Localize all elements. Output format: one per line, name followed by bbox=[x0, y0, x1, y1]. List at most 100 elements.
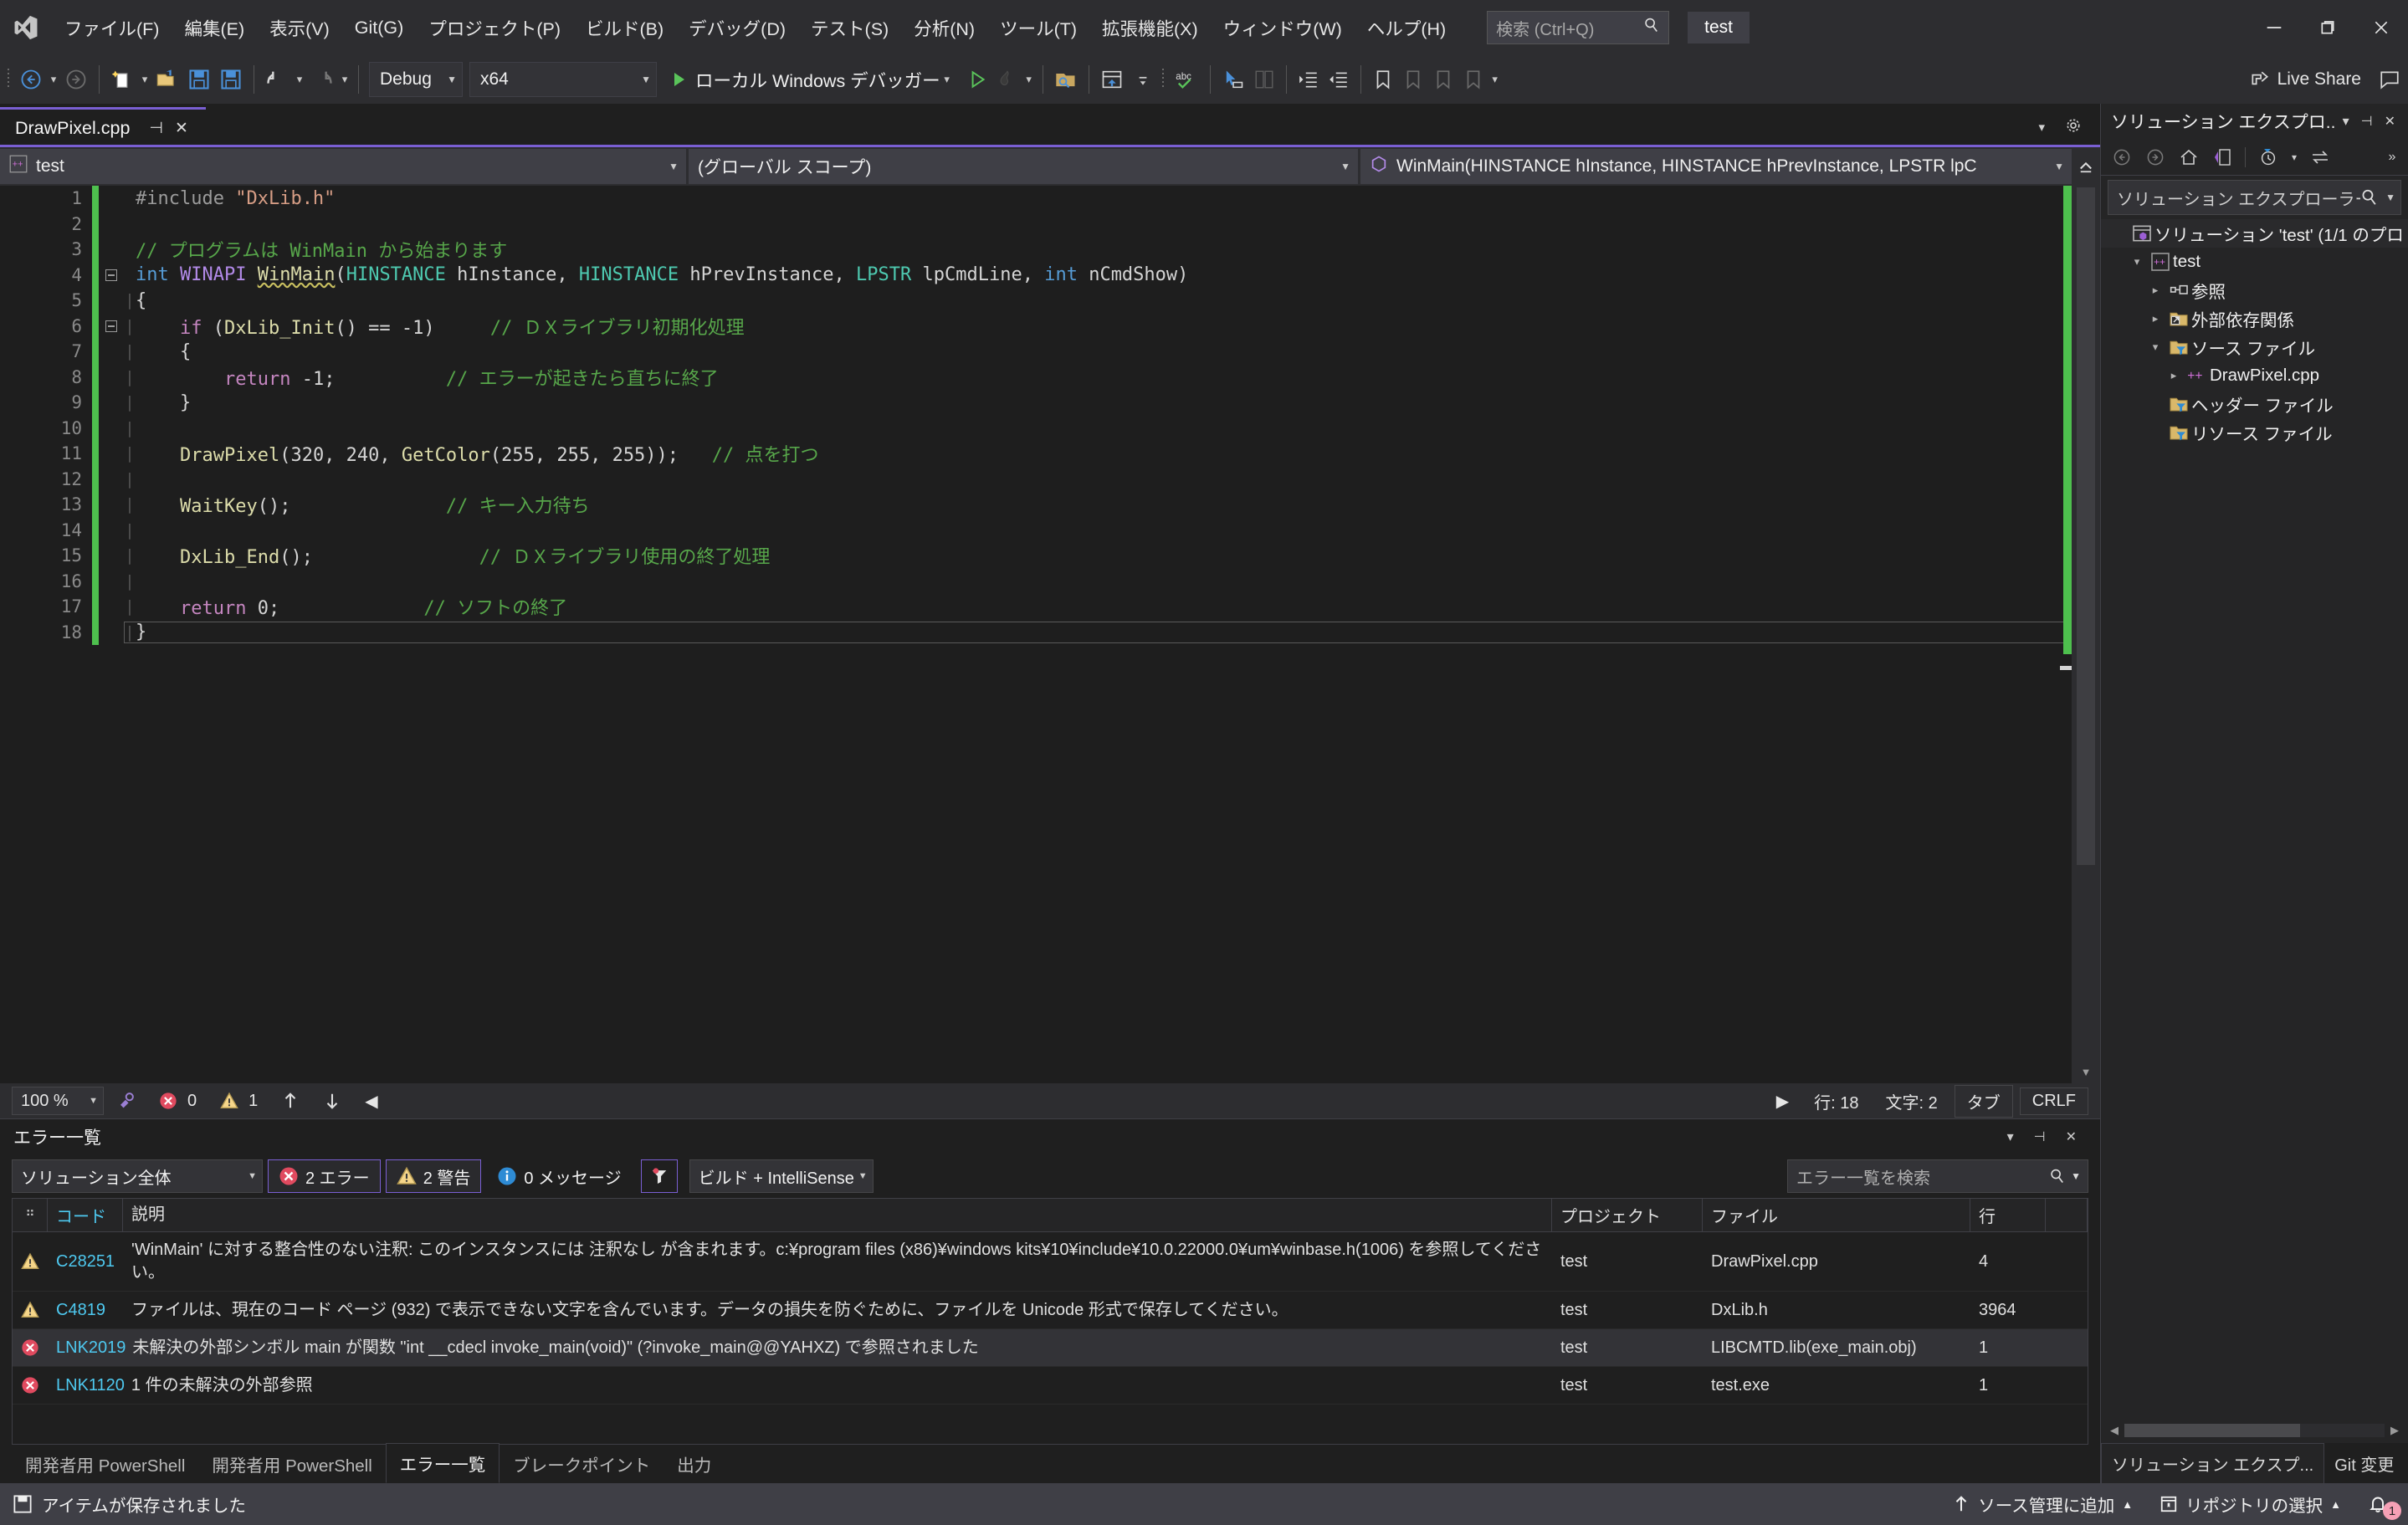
menu-tools[interactable]: ツール(T) bbox=[987, 0, 1089, 55]
tree-node[interactable]: ▸ 外部依存関係 bbox=[2101, 304, 2408, 333]
hscroll-left-icon[interactable]: ◀ bbox=[353, 1091, 389, 1112]
outdent-icon[interactable] bbox=[1324, 60, 1354, 99]
code-line[interactable]: 2 bbox=[0, 211, 2100, 237]
filter-button[interactable] bbox=[640, 1159, 678, 1193]
tree-expanded-icon[interactable]: ▾ bbox=[2126, 255, 2148, 269]
code-line[interactable]: 12 | bbox=[0, 466, 2100, 492]
panel-tab[interactable]: ブレークポイント bbox=[500, 1445, 663, 1483]
panel-tab[interactable]: 出力 bbox=[663, 1445, 725, 1483]
hscroll-right-icon[interactable]: ▶ bbox=[1765, 1091, 1801, 1112]
intellisense-status-icon[interactable] bbox=[104, 1091, 147, 1111]
solution-explorer-hscrollbar[interactable]: ◀ ▶ bbox=[2101, 1418, 2408, 1443]
bookmark-icon[interactable] bbox=[1368, 60, 1398, 99]
code-line[interactable]: 9 | } bbox=[0, 390, 2100, 416]
prev-issue-icon[interactable] bbox=[269, 1092, 311, 1110]
tab-list-chevron-icon[interactable]: ▾ bbox=[2028, 120, 2055, 135]
chevron-up-icon[interactable]: ▲ bbox=[2330, 1498, 2341, 1511]
zoom-level-select[interactable]: 100 % ▼ bbox=[12, 1087, 104, 1115]
error-list-row[interactable]: C4819 ファイルは、現在のコード ページ (932) で表示できない文字を含ん… bbox=[13, 1292, 2088, 1329]
editor-error-count[interactable]: 0 bbox=[147, 1092, 208, 1111]
code-line[interactable]: 6 | if (DxLib_Init() == -1) // ＤＸライブラリ初期化… bbox=[0, 313, 2100, 339]
code-line[interactable]: 5 |{ bbox=[0, 288, 2100, 314]
tree-expanded-icon[interactable]: ▾ bbox=[2144, 340, 2166, 354]
error-scope-select[interactable]: ソリューション全体 ▼ bbox=[12, 1159, 263, 1193]
panel-tab[interactable]: 開発者用 PowerShell bbox=[12, 1445, 198, 1483]
editor-warning-count[interactable]: 1 bbox=[208, 1092, 269, 1111]
tree-collapsed-icon[interactable]: ▸ bbox=[2144, 312, 2166, 325]
menu-extensions[interactable]: 拡張機能(X) bbox=[1089, 0, 1211, 55]
editor-vertical-scrollbar[interactable]: ▲ ▼ bbox=[2072, 186, 2100, 1083]
error-list-row[interactable]: C28251 'WinMain' に対する整合性のない注釈: このインスタンスには… bbox=[13, 1232, 2088, 1292]
se-home-icon[interactable] bbox=[2173, 142, 2205, 172]
pin-icon[interactable]: ⊣ bbox=[2355, 113, 2379, 130]
dropdown-more-icon[interactable] bbox=[1128, 60, 1158, 99]
chevron-down-icon[interactable]: ▾ bbox=[940, 73, 954, 86]
code-line[interactable]: 17 | return 0; // ソフトの終了 bbox=[0, 594, 2100, 620]
menu-debug[interactable]: デバッグ(D) bbox=[676, 0, 798, 55]
undo-icon[interactable] bbox=[261, 60, 293, 99]
se-sync-icon[interactable] bbox=[2304, 142, 2336, 172]
toolbar-grip-2[interactable] bbox=[1158, 65, 1170, 94]
minimize-button[interactable] bbox=[2247, 0, 2301, 55]
code-line[interactable]: 7 | { bbox=[0, 339, 2100, 365]
scroll-down-icon[interactable]: ▼ bbox=[2072, 1060, 2100, 1083]
new-project-dropdown-icon[interactable]: ▾ bbox=[138, 73, 151, 86]
code-editor[interactable]: 1 #include "DxLib.h" 2 3 // プログラムは WinMain か… bbox=[0, 186, 2100, 1083]
se-panel-tab[interactable]: Git 変更 bbox=[2324, 1444, 2404, 1483]
undo-dropdown-icon[interactable]: ▾ bbox=[293, 73, 306, 86]
error-list-row[interactable]: LNK2019 未解決の外部シンボル main が関数 "int __cdecl … bbox=[13, 1329, 2088, 1367]
tree-node[interactable]: ▾ ++ test bbox=[2101, 248, 2408, 276]
se-forward-icon[interactable] bbox=[2139, 142, 2171, 172]
se-overflow-icon[interactable]: » bbox=[2381, 142, 2403, 172]
notifications-button[interactable]: 1 bbox=[2354, 1483, 2408, 1525]
col-header-line[interactable]: 行 bbox=[1970, 1199, 2046, 1231]
se-history-dropdown-icon[interactable]: ▾ bbox=[2286, 142, 2303, 172]
compare-files-icon[interactable] bbox=[1249, 60, 1279, 99]
restore-button[interactable] bbox=[2301, 0, 2354, 55]
menu-file[interactable]: ファイル(F) bbox=[52, 0, 172, 55]
hscroll-thumb[interactable] bbox=[2124, 1424, 2300, 1437]
col-header-project[interactable]: プロジェクト bbox=[1552, 1199, 1703, 1231]
col-header-suppression[interactable] bbox=[2046, 1199, 2088, 1231]
pin-icon[interactable]: ⊣ bbox=[2024, 1128, 2056, 1145]
code-line[interactable]: 11 | DrawPixel(320, 240, GetColor(255, 25… bbox=[0, 441, 2100, 467]
toolbar-overflow-icon[interactable]: ▾ bbox=[1488, 73, 1502, 86]
code-line[interactable]: 14 | bbox=[0, 517, 2100, 543]
code-line[interactable]: 16 | bbox=[0, 568, 2100, 594]
navigate-forward-button[interactable] bbox=[60, 60, 92, 99]
line-ending-mode[interactable]: CRLF bbox=[2019, 1087, 2088, 1115]
chevron-down-icon[interactable]: ▼ bbox=[2071, 1170, 2081, 1182]
solution-configuration-select[interactable]: Debug ▼ bbox=[369, 62, 463, 97]
warnings-filter-toggle[interactable]: 2 警告 bbox=[385, 1159, 482, 1193]
menu-edit[interactable]: 編集(E) bbox=[172, 0, 257, 55]
navigate-back-button[interactable] bbox=[15, 60, 47, 99]
tree-node[interactable]: ▸ ++ DrawPixel.cpp bbox=[2101, 361, 2408, 390]
pointer-select-icon[interactable] bbox=[1217, 60, 1249, 99]
redo-icon[interactable] bbox=[306, 60, 338, 99]
start-debugging-button[interactable]: ローカル Windows デバッガー ▾ bbox=[660, 60, 962, 99]
add-to-source-control-button[interactable]: ソース管理に追加 ▲ bbox=[1939, 1483, 2146, 1525]
menu-git[interactable]: Git(G) bbox=[342, 0, 417, 55]
solution-platform-select[interactable]: x64 ▼ bbox=[469, 62, 657, 97]
menu-view[interactable]: 表示(V) bbox=[257, 0, 342, 55]
se-history-icon[interactable] bbox=[2252, 142, 2284, 172]
live-share-button[interactable]: Live Share bbox=[2236, 69, 2375, 90]
panel-tab[interactable]: エラー一覧 bbox=[385, 1443, 500, 1483]
panel-tab[interactable]: 開発者用 PowerShell bbox=[198, 1445, 385, 1483]
se-panel-tab[interactable]: ソリューション エクスプ... bbox=[2101, 1443, 2325, 1483]
se-pending-changes-icon[interactable] bbox=[2206, 142, 2238, 172]
indentation-mode[interactable]: タブ bbox=[1954, 1084, 2013, 1118]
search-solution-icon[interactable] bbox=[1050, 60, 1082, 99]
nav-scope-select[interactable]: (グローバル スコープ) ▼ bbox=[689, 149, 1358, 184]
error-list-search-input[interactable]: エラー一覧を検索 ▼ bbox=[1787, 1159, 2088, 1193]
chevron-up-icon[interactable]: ▲ bbox=[2122, 1498, 2133, 1511]
nav-project-select[interactable]: ++ test ▼ bbox=[0, 149, 686, 184]
navbar-collapse-icon[interactable] bbox=[2072, 158, 2100, 175]
code-line[interactable]: 3 // プログラムは WinMain から始まります bbox=[0, 237, 2100, 263]
clear-bookmarks-icon[interactable] bbox=[1458, 60, 1488, 99]
col-header-file[interactable]: ファイル bbox=[1703, 1199, 1970, 1231]
menu-project[interactable]: プロジェクト(P) bbox=[416, 0, 573, 55]
tree-collapsed-icon[interactable]: ▸ bbox=[2144, 284, 2166, 297]
navigate-back-dropdown-icon[interactable]: ▾ bbox=[47, 73, 60, 86]
menu-build[interactable]: ビルド(B) bbox=[573, 0, 676, 55]
